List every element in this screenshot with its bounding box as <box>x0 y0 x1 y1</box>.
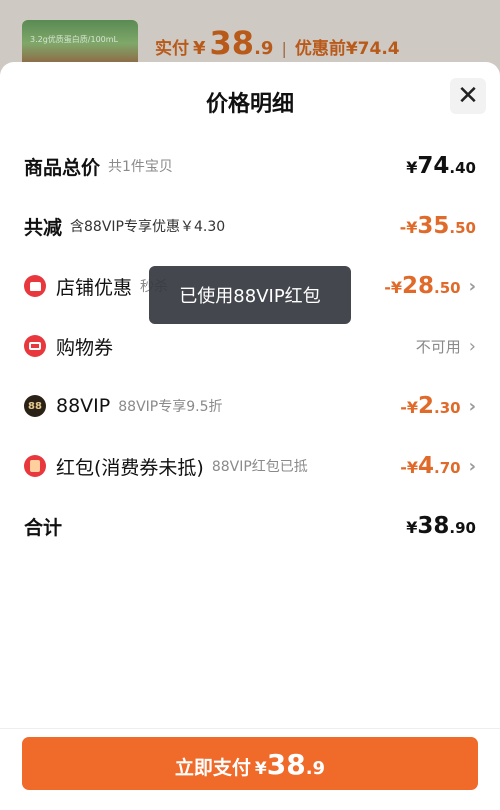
amount-dec: .50 <box>449 219 476 237</box>
amount-symbol: -¥ <box>399 218 418 237</box>
coupon-status: 不可用 › <box>416 336 476 357</box>
pay-button-symbol: ¥ <box>254 759 267 779</box>
sum-label: 合计 <box>24 516 63 539</box>
row-total-price: 商品总价 共1件宝贝 ¥ 74 .40 <box>24 148 476 184</box>
red-packet-label: 红包(消费券未抵) <box>56 456 204 479</box>
coupon-status-text: 不可用 <box>415 337 461 356</box>
row-total-reduction: 共减 含88VIP专享优惠￥4.30 -¥ 35 .50 <box>24 208 476 244</box>
close-icon: ✕ <box>457 81 479 111</box>
product-thumbnail-caption: 3.2g优质蛋白质/100mL <box>30 35 119 44</box>
sheet-title: 价格明细 <box>205 92 294 117</box>
amount-dec: .40 <box>449 159 476 177</box>
reduction-sub: 含88VIP专享优惠￥4.30 <box>70 219 226 235</box>
amount-dec: .90 <box>449 519 476 537</box>
pay-button-dec: .9 <box>305 758 326 779</box>
88vip-amount: -¥ 2 .30 › <box>400 393 476 419</box>
88vip-sub: 88VIP专享9.5折 <box>118 399 223 415</box>
amount-symbol: ¥ <box>406 518 418 537</box>
88vip-label: 88VIP <box>56 395 111 417</box>
coupon-icon <box>24 335 46 357</box>
paid-symbol: ¥ <box>193 38 206 59</box>
pay-button-int: 38 <box>266 748 306 781</box>
amount-dec: .70 <box>434 459 461 477</box>
reduction-label: 共减 <box>24 216 63 239</box>
background-price: 实付 ¥ 38 .9 | 优惠前¥74.4 <box>155 24 400 62</box>
pay-button-label: 立即支付 <box>174 757 251 779</box>
before-discount-price: 优惠前¥74.4 <box>294 39 400 59</box>
pay-now-button[interactable]: 立即支付 ¥ 38 .9 <box>22 737 478 790</box>
amount-symbol: -¥ <box>384 278 402 297</box>
coupon-label: 购物券 <box>56 336 114 359</box>
price-separator: | <box>281 39 287 58</box>
total-price-amount: ¥ 74 .40 <box>406 153 476 179</box>
shop-icon <box>24 275 46 297</box>
red-packet-sub: 88VIP红包已抵 <box>211 459 308 475</box>
amount-int: 2 <box>417 393 434 419</box>
close-button[interactable]: ✕ <box>450 78 486 114</box>
total-price-sub: 共1件宝贝 <box>108 159 173 175</box>
amount-symbol: ¥ <box>406 158 418 177</box>
row-red-packet[interactable]: 红包(消费券未抵) 88VIP红包已抵 -¥ 4 .70 › <box>24 448 476 484</box>
row-88vip[interactable]: 88 88VIP 88VIP专享9.5折 -¥ 2 .30 › <box>24 388 476 424</box>
shop-discount-amount: -¥ 28 .50 › <box>384 273 476 299</box>
amount-int: 4 <box>417 453 434 479</box>
price-detail-sheet: 价格明细 ✕ 商品总价 共1件宝贝 ¥ 74 .40 共减 含88VIP专享优惠… <box>0 62 500 810</box>
paid-dec: .9 <box>254 38 274 59</box>
88vip-icon: 88 <box>24 395 46 417</box>
amount-dec: .50 <box>434 279 461 297</box>
amount-int: 35 <box>417 213 450 239</box>
amount-symbol: -¥ <box>400 458 418 477</box>
sum-amount: ¥ 38 .90 <box>406 513 476 539</box>
footer-divider <box>0 728 500 729</box>
chevron-right-icon: › <box>468 455 476 477</box>
amount-symbol: -¥ <box>400 398 418 417</box>
paid-int: 38 <box>209 24 255 62</box>
amount-int: 38 <box>417 513 450 539</box>
toast-message: 已使用88VIP红包 <box>149 266 351 324</box>
amount-int: 28 <box>401 273 434 299</box>
chevron-right-icon: › <box>468 395 476 417</box>
row-sum: 合计 ¥ 38 .90 <box>24 508 476 544</box>
amount-dec: .30 <box>434 399 461 417</box>
red-packet-amount: -¥ 4 .70 › <box>400 453 476 479</box>
red-packet-icon <box>24 455 46 477</box>
amount-int: 74 <box>417 153 450 179</box>
chevron-right-icon: › <box>468 275 476 297</box>
total-price-label: 商品总价 <box>24 156 101 179</box>
row-coupon[interactable]: 购物券 不可用 › <box>24 328 476 364</box>
chevron-right-icon: › <box>468 335 476 357</box>
reduction-amount: -¥ 35 .50 <box>400 213 476 239</box>
shop-discount-label: 店铺优惠 <box>56 276 133 299</box>
paid-label: 实付 <box>155 39 189 59</box>
